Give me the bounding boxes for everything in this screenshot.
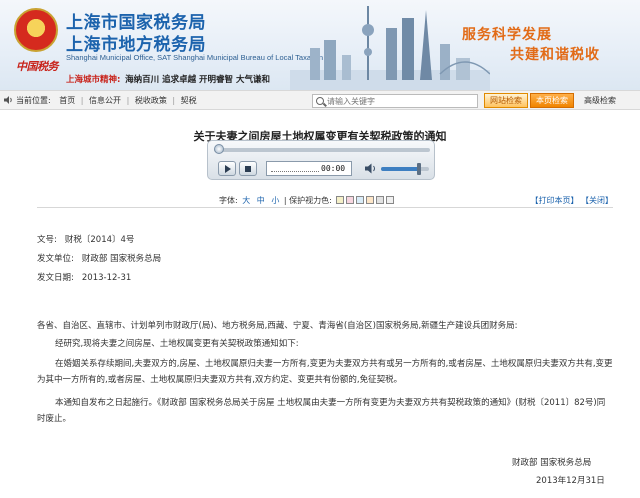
play-button[interactable]	[218, 161, 236, 176]
font-size-small[interactable]: 小	[271, 196, 279, 205]
font-size-large[interactable]: 大	[242, 196, 250, 205]
body-paragraph-addressees: 各省、自治区、直辖市、计划单列市财政厅(局)、地方税务局,西藏、宁夏、青海省(自…	[37, 321, 518, 331]
issue-date-row: 发文日期: 2013-12-31	[37, 271, 131, 283]
breadcrumb-separator: |	[126, 96, 130, 105]
eye-color-swatch[interactable]	[336, 196, 345, 204]
print-link[interactable]: 【打印本页】	[530, 196, 578, 205]
font-toolbar: 字体: 大 中 小 | 保护视力色: 【打印本页】 【关闭】	[37, 193, 613, 208]
stop-button[interactable]	[239, 161, 257, 176]
doc-number-row: 文号: 财税〔2014〕4号	[37, 233, 134, 245]
time-text: 00:00	[321, 164, 346, 173]
slogan-line2: 共建和谐税收	[510, 47, 600, 63]
stop-icon	[245, 166, 251, 172]
speaker-icon	[4, 96, 12, 104]
time-track	[271, 171, 319, 172]
eye-color-swatches	[334, 196, 395, 205]
nav-bar: 当前位置: 首页 | 信息公开 | 税收政策 | 契税 网站检索 本页检索 高级…	[0, 90, 640, 110]
issue-date-label: 发文日期:	[37, 273, 74, 283]
page-actions: 【打印本页】 【关闭】	[530, 195, 613, 206]
breadcrumb-home[interactable]: 首页	[59, 96, 75, 105]
signature-issuer: 财政部 国家税务总局	[512, 458, 592, 468]
breadcrumb-separator: |	[172, 96, 176, 105]
issuer-row: 发文单位: 财政部 国家税务总局	[37, 252, 161, 264]
search-icon	[316, 97, 324, 105]
seek-handle[interactable]	[214, 144, 224, 154]
seek-bar[interactable]	[214, 144, 430, 154]
site-search-button[interactable]: 本页检索	[530, 93, 574, 108]
body-paragraph-policy: 在婚姻关系存续期间,夫妻双方的,房屋、土地权属原归夫妻一方所有,变更为夫妻双方共…	[37, 359, 613, 385]
web-search-button[interactable]: 网站检索	[484, 93, 528, 108]
issuer-value: 财政部 国家税务总局	[81, 254, 162, 264]
motto-label: 上海城市精神:	[66, 75, 121, 85]
font-size-medium[interactable]: 中	[257, 196, 265, 205]
search-box	[312, 94, 478, 108]
eye-color-swatch[interactable]	[376, 196, 385, 204]
issue-date-value: 2013-12-31	[81, 273, 132, 283]
issuer-label: 发文单位:	[37, 254, 74, 264]
close-link[interactable]: 【关闭】	[581, 196, 613, 205]
header-banner: ★ 中国税务 上海市国家税务局 上海市地方税务局 Shanghai Munici…	[0, 0, 640, 90]
city-motto: 上海城市精神: 海纳百川 追求卓越 开明睿智 大气谦和	[66, 73, 270, 85]
city-skyline-image	[290, 6, 490, 90]
breadcrumb-separator: |	[80, 96, 84, 105]
body-paragraph-effective: 本通知自发布之日起施行。《财政部 国家税务总局关于房屋 土地权属由夫妻一方所有变…	[37, 398, 606, 424]
eye-protection-label: 保护视力色:	[289, 196, 332, 205]
volume-slider[interactable]	[381, 163, 429, 175]
china-tax-logo: 中国税务	[16, 60, 59, 73]
doc-number-value: 财税〔2014〕4号	[64, 235, 135, 245]
eye-color-swatch[interactable]	[356, 196, 365, 204]
audio-player: 00:00	[207, 140, 435, 180]
play-icon	[225, 165, 231, 173]
site-title-english: Shanghai Municipal Office, SAT Shanghai …	[66, 53, 324, 62]
eye-color-swatch[interactable]	[386, 196, 395, 204]
breadcrumb: 当前位置: 首页 | 信息公开 | 税收政策 | 契税	[16, 95, 197, 106]
body-paragraph-intro: 经研究,现将夫妻之间房屋、土地权属变更有关契税政策通知如下:	[55, 339, 299, 349]
breadcrumb-tax-policy[interactable]: 税收政策	[135, 96, 167, 105]
volume-fill	[381, 167, 420, 171]
eye-color-swatch[interactable]	[346, 196, 355, 204]
slogan-line1: 服务科学发展	[462, 27, 552, 43]
tax-emblem-icon: ★	[14, 8, 58, 52]
volume-handle[interactable]	[417, 163, 422, 175]
breadcrumb-info-disclosure[interactable]: 信息公开	[89, 96, 121, 105]
location-label: 当前位置:	[16, 96, 51, 105]
motto-text: 海纳百川 追求卓越 开明睿智 大气谦和	[125, 75, 270, 85]
doc-number-label: 文号:	[37, 235, 57, 245]
font-size-controls: 字体: 大 中 小 | 保护视力色:	[219, 195, 395, 206]
advanced-search-link[interactable]: 高级检索	[584, 95, 616, 106]
volume-icon[interactable]	[364, 162, 378, 175]
breadcrumb-deed-tax[interactable]: 契税	[181, 96, 197, 105]
eye-color-swatch[interactable]	[366, 196, 375, 204]
font-label: 字体:	[219, 196, 238, 205]
search-input[interactable]	[327, 95, 475, 107]
signature-date: 2013年12月31日	[536, 476, 605, 486]
toolbar-divider: |	[283, 196, 287, 205]
time-display: 00:00	[266, 161, 352, 176]
site-title-line2: 上海市地方税务局	[66, 35, 206, 55]
